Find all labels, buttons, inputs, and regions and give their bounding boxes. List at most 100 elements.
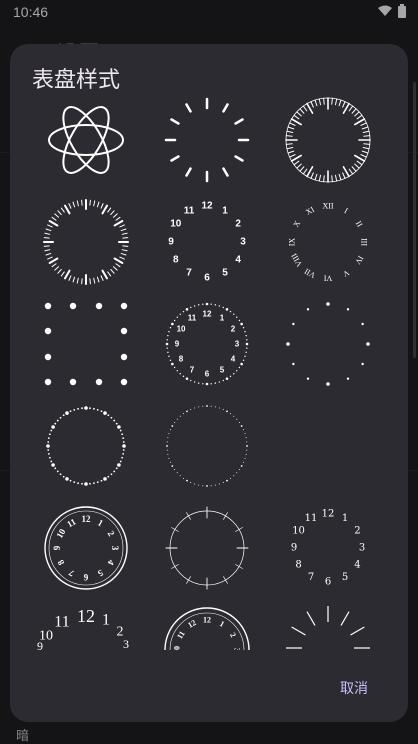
- clock-numeral: 8: [55, 558, 66, 567]
- clock-face-preview: 12 1234567891011: [165, 302, 249, 386]
- clock-numeral: 9: [37, 639, 43, 650]
- clock-face-preview: 101112 12 123: [164, 607, 250, 650]
- clock-face-preview: [46, 406, 126, 486]
- clock-numeral: IV: [353, 254, 365, 266]
- clock-numeral: 2: [231, 325, 236, 334]
- clock-numeral: III: [360, 238, 369, 246]
- clock-numeral: XI: [304, 205, 316, 217]
- clock-numeral: 5: [96, 568, 105, 579]
- clock-numeral: 4: [231, 355, 236, 364]
- clock-numeral: 3: [123, 637, 129, 650]
- clock-numeral: 9: [291, 543, 297, 554]
- clock-numeral: 11: [305, 513, 318, 524]
- clock-numeral: 10: [292, 526, 305, 537]
- clock-face-option-arc-numbers[interactable]: 10 11 12 12 1 2 3: [155, 602, 259, 650]
- clock-numeral: 10: [54, 527, 67, 540]
- clock-face-option-ticks-60-thin[interactable]: [34, 194, 138, 294]
- clock-numeral: 12: [203, 310, 212, 319]
- clock-face-option-ticks-60[interactable]: [276, 92, 380, 192]
- clock-numeral: 11: [184, 205, 195, 216]
- clock-numeral: 3: [233, 648, 242, 650]
- clock-numeral: 12: [77, 606, 95, 626]
- clock-numeral: 7: [186, 268, 192, 279]
- clock-numeral: 9: [175, 340, 180, 349]
- clock-face-preview: [286, 606, 370, 649]
- clock-numeral: 3: [240, 237, 246, 248]
- clock-face-preview: XIIIIIIIIIVVVIVIIVIIIIXXXI: [288, 202, 369, 283]
- clock-numeral: VIII: [289, 252, 304, 269]
- clock-numeral: V: [341, 268, 351, 279]
- clock-face-preview: [43, 199, 129, 285]
- clock-numeral: 4: [235, 255, 241, 266]
- clock-face-option-atom[interactable]: [34, 92, 138, 192]
- clock-numeral: 6: [204, 273, 210, 284]
- clock-numeral: 6: [83, 572, 88, 582]
- clock-numeral: 11: [65, 516, 78, 529]
- clock-numeral: 8: [179, 355, 184, 364]
- clock-numeral: 1: [96, 517, 105, 528]
- clock-numeral: 3: [235, 340, 240, 349]
- clock-numeral: I: [343, 206, 350, 215]
- clock-face-option-dots-square[interactable]: [34, 296, 138, 396]
- cancel-button[interactable]: 取消: [340, 678, 368, 698]
- clock-numeral: 5: [220, 365, 225, 374]
- clock-numeral: 7: [308, 572, 314, 583]
- clock-numeral: 5: [342, 572, 348, 583]
- clock-face-preview: 12 1234567891011: [168, 201, 246, 284]
- clock-numeral: X: [291, 219, 302, 229]
- clock-numeral: 9: [52, 545, 62, 550]
- clock-face-dialog: 表盘样式 12 1 2 3 4 5 6 7 8 9 10 11 XII I II III IV V VI VII VII…: [10, 44, 408, 722]
- dialog-title: 表盘样式: [32, 68, 121, 93]
- clock-face-preview: [166, 405, 248, 487]
- clock-numeral: 12: [186, 618, 197, 630]
- clock-numeral: VI: [323, 274, 332, 283]
- clock-numeral: 7: [190, 365, 195, 374]
- clock-numeral: 2: [228, 631, 238, 639]
- clock-numeral: 6: [205, 370, 210, 379]
- clock-face-preview: 12 1234567891011: [44, 506, 128, 590]
- clock-face-option-empty[interactable]: [276, 398, 380, 498]
- clock-numeral: 8: [295, 560, 301, 571]
- clock-face-option-serif-numbers[interactable]: 12 1 2 3 4 5 6 7 8 9 10 11: [276, 500, 380, 600]
- clock-face-preview: [164, 97, 250, 183]
- clock-face-option-circle-numbers[interactable]: 12 1 2 3 4 5 6 7 8 9 10 11: [34, 500, 138, 600]
- clock-numeral: 11: [54, 614, 69, 631]
- clock-face-option-dots-sparse[interactable]: [276, 296, 380, 396]
- clock-face-preview: [276, 398, 380, 498]
- clock-face-preview: [48, 106, 124, 174]
- clock-numeral: 2: [235, 219, 241, 230]
- clock-face-option-dots-ring[interactable]: [34, 398, 138, 498]
- clock-face-preview: [286, 302, 370, 386]
- clock-face-option-ticks-12[interactable]: [155, 92, 259, 192]
- clock-face-option-numbers-dots-ring[interactable]: 12 1 2 3 4 5 6 7 8 9 10 11: [155, 296, 259, 396]
- clock-face-option-rays[interactable]: [276, 602, 380, 650]
- clock-numeral: 9: [168, 237, 174, 248]
- clock-numeral: 1: [102, 612, 110, 629]
- clock-face-option-roman[interactable]: XII I II III IV V VI VII VIII IX X XI: [276, 194, 380, 294]
- clock-numeral: 12: [203, 616, 211, 625]
- clock-numeral: 12: [82, 514, 92, 524]
- clock-numeral: XII: [322, 202, 333, 211]
- clock-numeral: IX: [288, 238, 297, 247]
- clock-numeral: VII: [303, 266, 317, 280]
- clock-face-preview: 1211 110 29 3: [37, 606, 129, 650]
- clock-numeral: 2: [354, 526, 360, 537]
- clock-face-grid: 12 1 2 3 4 5 6 7 8 9 10 11 XII I II III IV V VI VII VIII IX X X…: [10, 92, 408, 650]
- clock-numeral: 12: [201, 201, 213, 212]
- clock-face-option-crosshair-ring[interactable]: [155, 500, 259, 600]
- clock-numeral: 4: [354, 560, 360, 571]
- clock-numeral: 11: [188, 314, 197, 323]
- clock-numeral: 4: [105, 558, 116, 567]
- clock-numeral: 10: [173, 646, 182, 650]
- clock-face-preview: [44, 302, 128, 386]
- clock-numeral: 3: [110, 546, 120, 551]
- clock-numeral: 5: [222, 268, 228, 279]
- clock-face-preview: [285, 97, 371, 183]
- clock-face-option-serif-numbers-large[interactable]: 12 11 1 10 2 9 3: [34, 602, 138, 650]
- clock-face-option-numbers-bold[interactable]: 12 1 2 3 4 5 6 7 8 9 10 11: [155, 194, 259, 294]
- clock-face-preview: 12 1234567891011: [291, 509, 365, 588]
- clock-numeral: 10: [177, 325, 186, 334]
- clock-face-option-dots-ring-fine[interactable]: [155, 398, 259, 498]
- clock-numeral: 3: [359, 543, 365, 554]
- clock-numeral: 11: [175, 629, 187, 640]
